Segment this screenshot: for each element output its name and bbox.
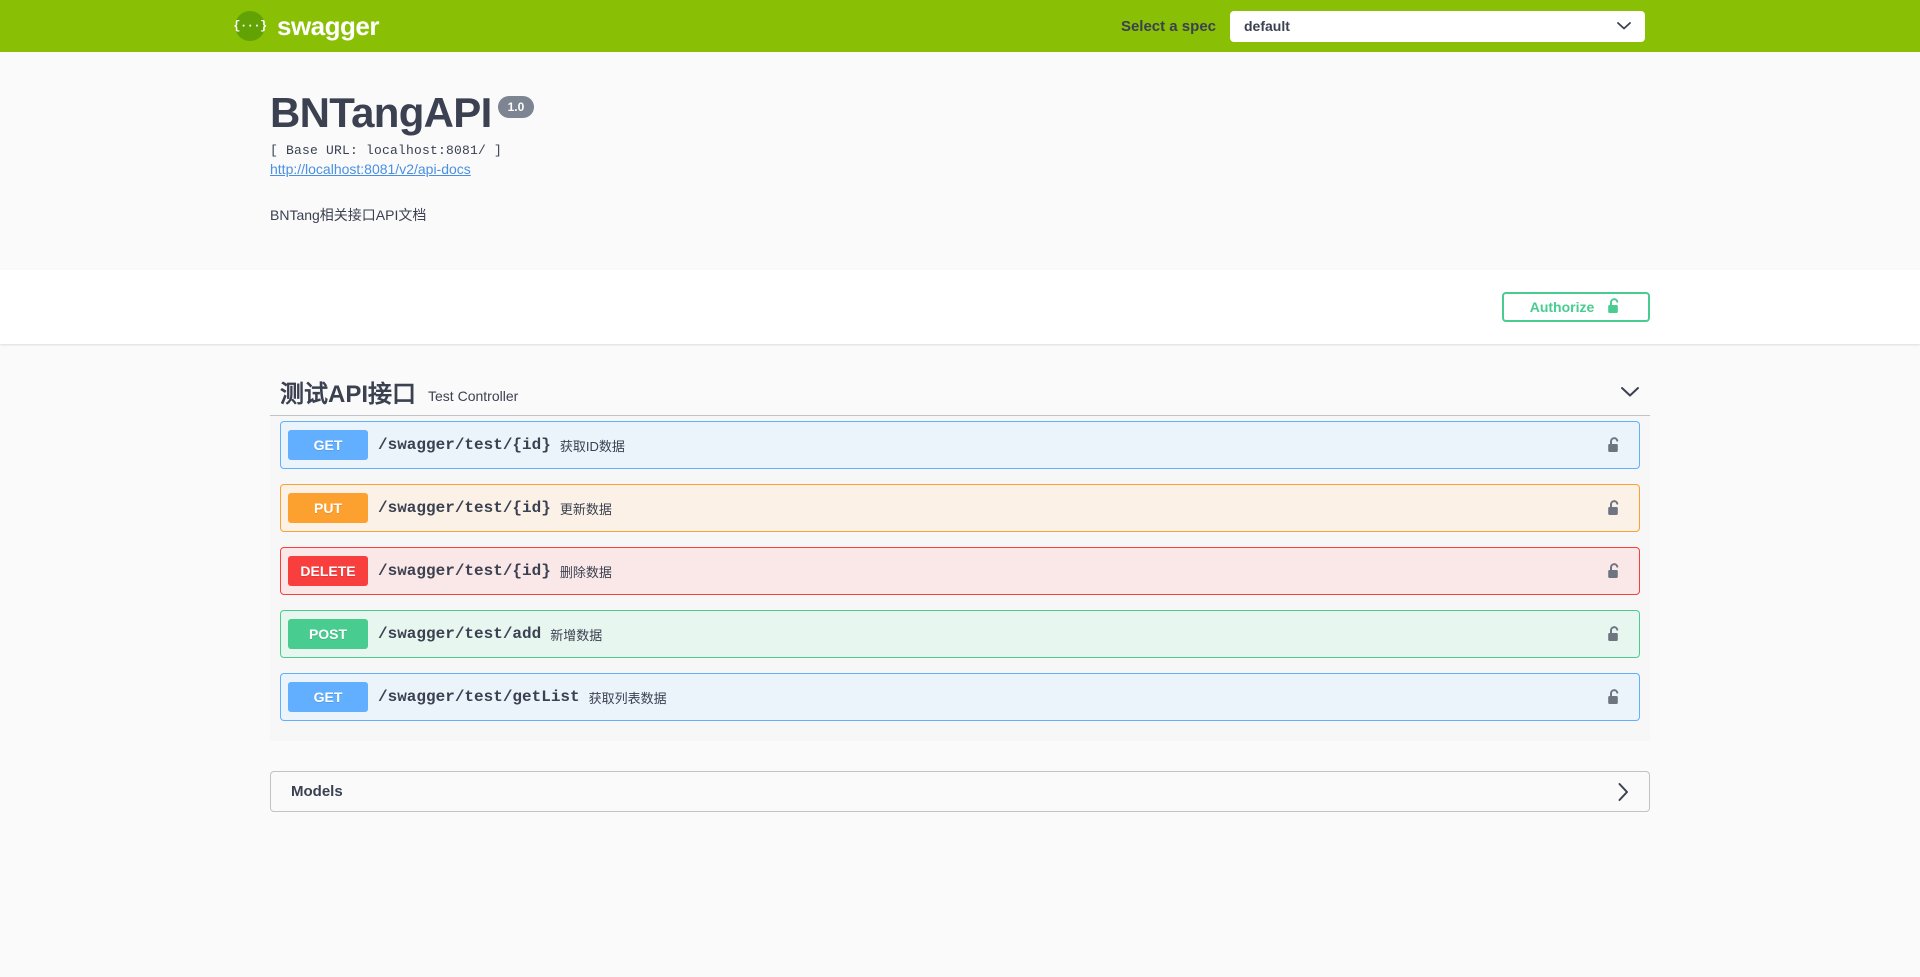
operation-summary: 新增数据 [550,627,603,643]
swagger-logo-icon: {···} [233,11,267,41]
operations-section: 测试API接口 Test Controller GET /swagger/tes… [0,344,1920,741]
models-title: Models [291,783,343,800]
authorize-bar: Authorize [0,270,1920,344]
models-header[interactable]: Models [270,771,1650,812]
operation-path: /swagger/test/getList [378,688,580,706]
http-method-badge: DELETE [288,556,368,586]
spec-selector-area: Select a spec default [1120,10,1900,42]
tag-header[interactable]: 测试API接口 Test Controller [270,374,1650,416]
api-description: BNTang相关接口API文档 [270,207,427,223]
operation-row[interactable]: GET /swagger/test/getList 获取列表数据 [280,673,1640,721]
topbar: {···} swagger Select a spec default [0,0,1920,52]
api-info-section: BNTangAPI 1.0 [ Base URL: localhost:8081… [0,52,1920,270]
unlock-icon[interactable] [1606,562,1622,580]
operation-row[interactable]: PUT /swagger/test/{id} 更新数据 [280,484,1640,532]
spec-select[interactable]: default [1230,10,1645,42]
operation-summary: 更新数据 [559,501,612,517]
authorize-button[interactable]: Authorize [1502,292,1650,322]
swagger-logo-link[interactable]: {···} swagger [233,10,380,42]
http-method-badge: GET [288,682,368,712]
operation-row[interactable]: GET /swagger/test/{id} 获取ID数据 [280,421,1640,469]
api-docs-link[interactable]: http://localhost:8081/v2/api-docs [270,161,471,177]
authorize-button-label: Authorize [1529,299,1595,315]
operation-summary: 删除数据 [559,564,612,580]
operation-row[interactable]: DELETE /swagger/test/{id} 删除数据 [280,547,1640,595]
models-section: Models [0,741,1920,852]
tag-name: 测试API接口 [280,381,417,408]
spec-select-value: default [1244,18,1290,34]
unlock-icon [1606,297,1622,318]
unlock-icon[interactable] [1606,499,1622,517]
operation-row[interactable]: POST /swagger/test/add 新增数据 [280,610,1640,658]
http-method-badge: GET [288,430,368,460]
operation-path: /swagger/test/{id} [378,499,551,517]
operations-list: GET /swagger/test/{id} 获取ID数据 PUT /swagg… [270,416,1650,741]
swagger-logo-text: swagger [277,10,380,41]
operation-summary: 获取ID数据 [559,438,625,454]
tag-description: Test Controller [428,387,519,404]
spec-selector-label: Select a spec [1120,17,1216,35]
version-badge: 1.0 [497,96,535,119]
http-method-badge: POST [288,619,368,649]
unlock-icon[interactable] [1606,625,1622,643]
unlock-icon[interactable] [1606,436,1622,454]
page-title: BNTangAPI [270,89,492,136]
http-method-badge: PUT [288,493,368,523]
chevron-down-icon [1617,22,1631,31]
operation-path: /swagger/test/add [378,625,542,643]
chevron-right-icon[interactable] [1617,782,1629,802]
chevron-down-icon[interactable] [1620,386,1640,398]
operation-path: /swagger/test/{id} [378,436,551,454]
operation-summary: 获取列表数据 [588,690,667,706]
api-title-row: BNTangAPI 1.0 [270,92,1650,134]
base-url: [ Base URL: localhost:8081/ ] [270,143,503,158]
operation-path: /swagger/test/{id} [378,562,551,580]
unlock-icon[interactable] [1606,688,1622,706]
